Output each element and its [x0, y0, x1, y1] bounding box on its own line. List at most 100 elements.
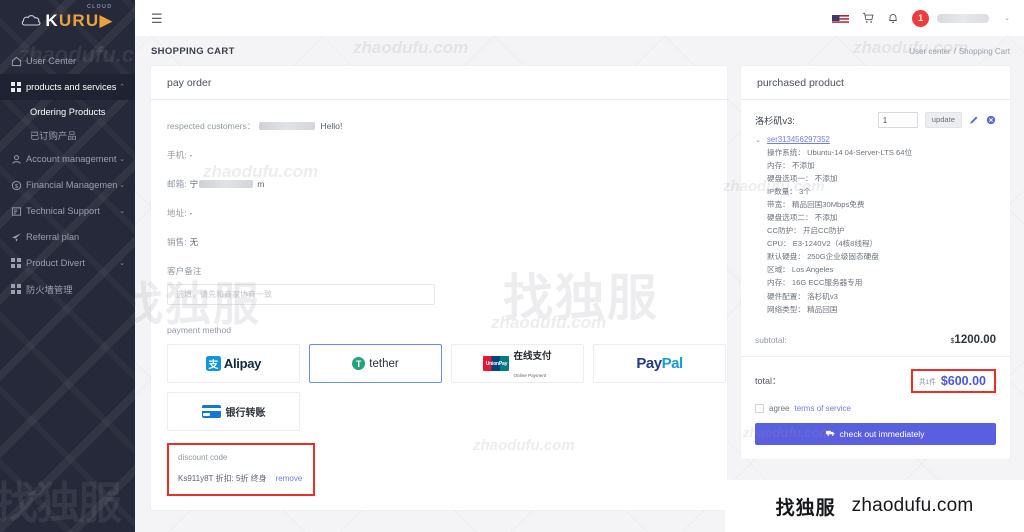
payment-option-sublabel: Online Payment: [513, 372, 547, 378]
checkout-button[interactable]: check out immediately: [755, 422, 996, 445]
dollar-icon: $: [11, 180, 26, 191]
product-row: 洛杉矶v3: update: [755, 112, 996, 128]
tether-glyph: T: [352, 357, 366, 370]
unionpay-logo: UnionPay: [483, 356, 510, 371]
sidebar-item-label: Account management: [26, 154, 117, 164]
discount-remove-link[interactable]: remove: [276, 474, 303, 483]
spec-item: 硬盘选项一： 不添加: [767, 174, 838, 184]
send-icon: [11, 232, 26, 243]
sidebar-item-label: Financial Management: [26, 180, 118, 190]
total-highlight-box: 共1件 $600.00: [910, 368, 996, 393]
sidebar: KURU▶ CLOUD User Center products and ser…: [0, 0, 135, 532]
sidebar-item-account-management[interactable]: Account management ⌄: [0, 146, 135, 172]
hamburger-menu-icon[interactable]: ☰: [151, 12, 163, 25]
pencil-icon[interactable]: [969, 115, 979, 125]
breadcrumb-root[interactable]: User center: [909, 47, 950, 56]
spec-item: 网络类型： 精品回国: [767, 304, 838, 314]
payment-option-tether[interactable]: T tether: [309, 344, 442, 383]
sidebar-item-referral-plan[interactable]: Referral plan: [0, 224, 135, 250]
spec-item: CPU： E3-1240V2（4核8线程）: [767, 239, 878, 249]
chevron-down-icon[interactable]: ⌄: [755, 135, 767, 316]
logo-superscript: CLOUD: [87, 3, 113, 10]
grid-icon: [11, 258, 26, 268]
quantity-input[interactable]: [877, 112, 918, 128]
field-label: 地址:: [167, 208, 187, 218]
field-label: respected customers：: [167, 121, 256, 131]
email-redacted: [199, 180, 254, 188]
sidebar-subitem-label: 已订购产品: [30, 130, 77, 141]
notification-badge[interactable]: 1: [912, 9, 930, 27]
page-header: SHOPPING CART User center / Shopping Cart: [135, 36, 1024, 66]
sidebar-item-product-divert[interactable]: Product Divert ⌄: [0, 250, 135, 276]
discount-code-section: discount code Ks911y8T 折扣: 5折 终身 remove: [167, 443, 315, 496]
unionpay-text: 在线支付 Online Payment: [513, 346, 551, 382]
sidebar-item-technical-support[interactable]: Technical Support ⌄: [0, 198, 135, 224]
payment-option-unionpay[interactable]: UnionPay 在线支付 Online Payment: [451, 344, 584, 383]
sidebar-subitem-purchased-products[interactable]: 已订购产品: [0, 123, 135, 146]
email-prefix: 宁: [189, 179, 199, 189]
topbar-actions: 1 ⌄: [832, 9, 1010, 27]
bank-card-glyph: [201, 405, 221, 418]
agree-checkbox[interactable]: [755, 403, 764, 413]
sidebar-item-products-and-services[interactable]: products and services ⌃: [0, 74, 135, 100]
divider: [741, 355, 1010, 357]
footer-brand-band: 找独服 zhaodufu.com: [725, 480, 1024, 532]
delete-circle-icon[interactable]: [986, 115, 996, 125]
sidebar-subitem-ordering-products[interactable]: Ordering Products: [0, 100, 135, 123]
spec-item: 硬盘选项二： 不添加: [767, 213, 838, 223]
unionpay-icon: UnionPay 在线支付 Online Payment: [483, 346, 552, 382]
discount-code-value: Ks911y8T 折扣: 5折 终身: [178, 474, 267, 483]
terms-agreement-row: agree terms of service: [755, 403, 996, 413]
us-flag-icon[interactable]: [832, 13, 850, 24]
pay-order-card-header: pay order: [151, 66, 727, 100]
logo-letters-urun: URU: [58, 10, 100, 30]
sidebar-subitem-label: Ordering Products: [30, 106, 106, 117]
breadcrumb: User center / Shopping Cart: [909, 47, 1010, 56]
agree-label: agree: [769, 403, 790, 413]
alipay-glyph: 支: [205, 356, 221, 371]
sidebar-item-firewall-management[interactable]: 防火墙管理: [0, 276, 135, 302]
pay-order-form: respected customers： Hello! 手机: - 邮箱: 宁 …: [151, 100, 727, 510]
subtotal-amount: $1200.00: [951, 334, 996, 346]
payment-option-label: 银行转账: [225, 408, 266, 419]
cart-icon[interactable]: [862, 12, 874, 24]
discount-code-row: Ks911y8T 折扣: 5折 终身 remove: [178, 473, 304, 484]
page-title: SHOPPING CART: [151, 45, 235, 57]
update-button[interactable]: update: [924, 112, 962, 128]
truck-icon: [826, 429, 835, 439]
sidebar-item-financial-management[interactable]: $ Financial Management ⌄: [0, 172, 135, 198]
chevron-down-icon: ⌄: [119, 260, 125, 267]
payment-option-label: tether: [369, 357, 399, 370]
customer-name-redacted: [259, 122, 316, 130]
footer-brand-domain: zhaodufu.com: [851, 495, 974, 516]
payment-option-bank-transfer[interactable]: 银行转账: [167, 392, 300, 431]
content-area: pay order respected customers： Hello! 手机…: [135, 66, 1024, 510]
field-respected-customers: respected customers： Hello!: [167, 120, 711, 132]
server-id-link[interactable]: ser313456297352: [767, 135, 996, 144]
terms-of-service-link[interactable]: terms of service: [794, 404, 850, 413]
field-sales: 销售: 无: [167, 236, 711, 248]
customer-note-input[interactable]: [167, 284, 435, 305]
tether-icon: T tether: [352, 357, 399, 370]
chevron-down-icon[interactable]: ⌄: [1004, 14, 1010, 22]
sidebar-item-label: products and services: [26, 82, 117, 92]
bell-icon[interactable]: [887, 12, 899, 24]
user-name-redacted[interactable]: [937, 13, 990, 23]
pay-order-card: pay order respected customers： Hello! 手机…: [151, 66, 727, 510]
sidebar-item-user-center[interactable]: User Center: [0, 48, 135, 74]
total-row: total： 共1件 $600.00: [755, 368, 996, 393]
grid-icon: [11, 82, 26, 92]
field-value: -: [189, 150, 193, 160]
payment-option-paypal[interactable]: PayPal: [593, 344, 726, 383]
sidebar-item-label: User Center: [26, 56, 77, 66]
payment-option-alipay[interactable]: 支 Alipay: [167, 344, 300, 383]
grid-icon: [11, 284, 26, 294]
sidebar-item-label: Referral plan: [26, 232, 80, 242]
brand-logo[interactable]: KURU▶ CLOUD: [0, 0, 135, 36]
sidebar-item-label: 防火墙管理: [26, 285, 73, 295]
alipay-icon: 支 Alipay: [205, 356, 261, 371]
payment-method-list: 支 Alipay T tether UnionPay 在线支付 Online P…: [167, 344, 727, 431]
sidebar-item-label: Product Divert: [26, 258, 85, 268]
logo-arrow-icon: ▶: [99, 10, 114, 30]
spec-item: CC防护： 开启CC防护: [767, 226, 845, 236]
